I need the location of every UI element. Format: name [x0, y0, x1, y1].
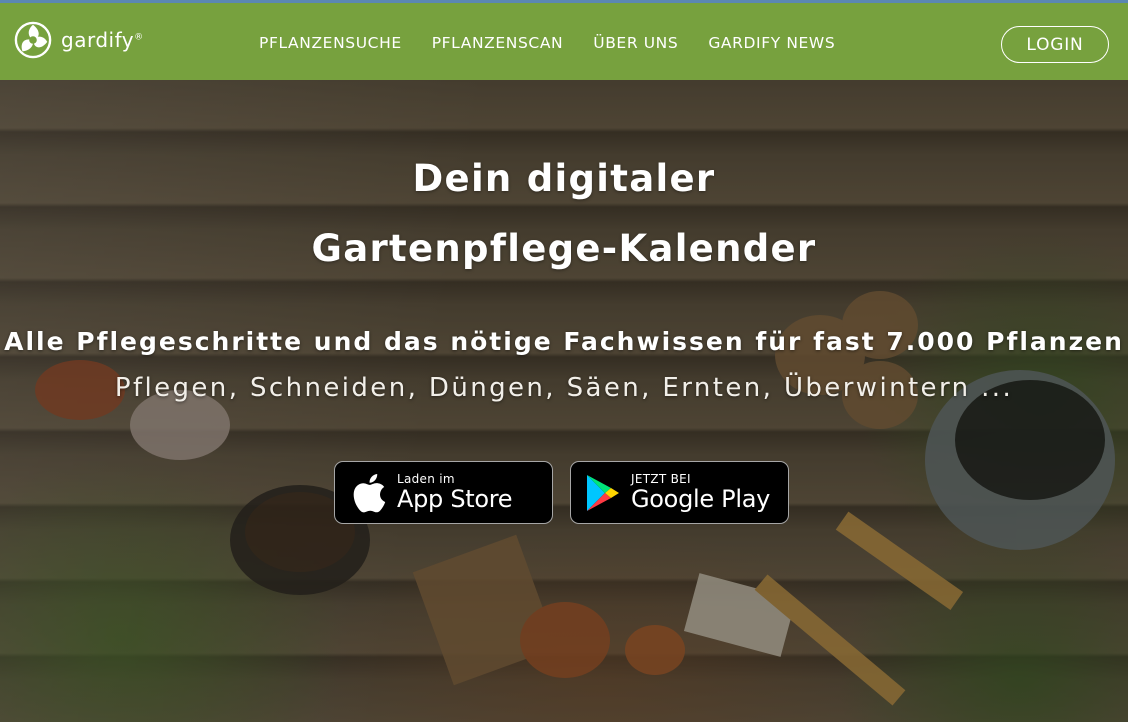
main-nav: PFLANZENSUCHE PFLANZENSCAN ÜBER UNS GARD…: [259, 34, 865, 52]
app-store-badge[interactable]: Laden im App Store: [334, 461, 553, 524]
hero-title-line1: Dein digitaler: [412, 157, 716, 200]
gardify-logo-icon: [14, 21, 52, 59]
app-store-small-label: Laden im: [397, 471, 455, 486]
login-button[interactable]: LOGIN: [1001, 26, 1109, 63]
apple-icon: [353, 473, 386, 512]
app-store-text: Laden im App Store: [397, 471, 513, 513]
logo-text: gardify®: [61, 28, 144, 52]
google-play-badge[interactable]: JETZT BEI Google Play: [570, 461, 789, 524]
hero-subtitle: Alle Pflegeschritte und das nötige Fachw…: [4, 327, 1124, 356]
google-play-small-label: JETZT BEI: [631, 471, 691, 486]
google-play-text: JETZT BEI Google Play: [631, 471, 771, 513]
hero-tasks: Pflegen, Schneiden, Düngen, Säen, Ernten…: [114, 373, 1014, 403]
google-play-icon: [587, 474, 619, 511]
app-store-big-label: App Store: [397, 484, 513, 513]
hero-title-line2: Gartenpflege-Kalender: [311, 227, 817, 270]
hero-section: Dein digitaler Gartenpflege-Kalender All…: [0, 80, 1128, 722]
nav-pflanzensuche[interactable]: PFLANZENSUCHE: [259, 34, 402, 52]
navbar: gardify® PFLANZENSUCHE PFLANZENSCAN ÜBER…: [0, 3, 1128, 80]
google-play-big-label: Google Play: [631, 484, 771, 513]
nav-ueber-uns[interactable]: ÜBER UNS: [593, 34, 678, 52]
logo[interactable]: gardify®: [14, 19, 154, 61]
nav-gardify-news[interactable]: GARDIFY NEWS: [708, 34, 835, 52]
nav-pflanzenscan[interactable]: PFLANZENSCAN: [432, 34, 564, 52]
